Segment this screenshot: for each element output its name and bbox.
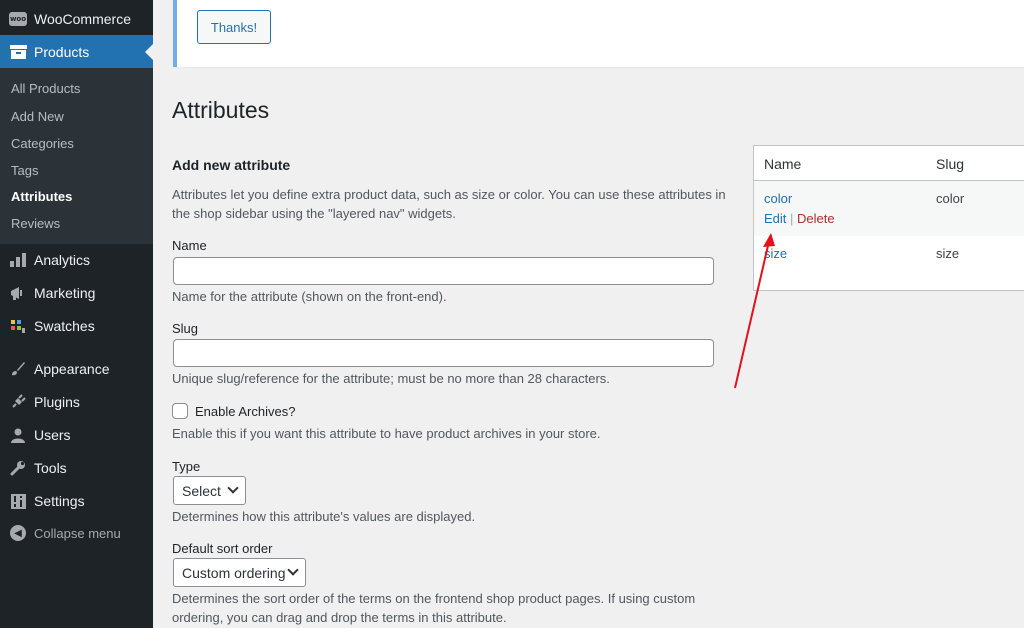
- attribute-slug: color: [936, 191, 965, 206]
- attribute-name-link[interactable]: color: [764, 191, 792, 206]
- collapse-icon: ◀: [8, 523, 28, 543]
- column-header-slug[interactable]: Slug: [936, 156, 964, 172]
- type-label: Type: [172, 459, 201, 474]
- menu-plugins-label: Plugins: [34, 394, 80, 410]
- collapse-menu-label: Collapse menu: [34, 525, 121, 541]
- menu-products[interactable]: Products: [0, 35, 153, 69]
- type-select-value: Select: [182, 482, 221, 499]
- name-input[interactable]: [173, 257, 714, 285]
- megaphone-icon: [8, 283, 28, 303]
- table-row: size size: [754, 236, 1024, 291]
- column-header-name[interactable]: Name: [764, 156, 801, 172]
- archives-help: Enable this if you want this attribute t…: [172, 426, 601, 441]
- name-label: Name: [172, 238, 207, 253]
- admin-sidebar: woo WooCommerce Products All Products Ad…: [0, 0, 153, 628]
- paintbrush-icon: [8, 359, 28, 379]
- menu-plugins[interactable]: Plugins: [0, 385, 153, 419]
- wrench-icon: [8, 458, 28, 478]
- slug-help: Unique slug/reference for the attribute;…: [172, 371, 610, 386]
- name-help: Name for the attribute (shown on the fro…: [172, 289, 447, 304]
- enable-archives-checkbox[interactable]: [172, 403, 188, 419]
- menu-analytics[interactable]: Analytics: [0, 243, 153, 277]
- chevron-down-icon: [227, 482, 239, 494]
- submenu-tags[interactable]: Tags: [11, 163, 38, 178]
- products-submenu: All Products Add New Categories Tags Att…: [0, 68, 153, 244]
- settings-sliders-icon: [8, 491, 28, 511]
- collapse-menu[interactable]: ◀ Collapse menu: [0, 516, 153, 550]
- woocommerce-icon: woo: [8, 9, 28, 29]
- type-select[interactable]: Select: [173, 476, 246, 505]
- sort-select-value: Custom ordering: [182, 564, 286, 581]
- submenu-attributes[interactable]: Attributes: [11, 189, 72, 204]
- menu-tools-label: Tools: [34, 460, 67, 476]
- enable-archives-label[interactable]: Enable Archives?: [195, 404, 295, 419]
- page-title: Attributes: [172, 97, 270, 123]
- annotation-arrow: [734, 233, 775, 389]
- row-actions: Edit | Delete: [764, 211, 835, 226]
- plug-icon: [8, 392, 28, 412]
- submenu-add-new[interactable]: Add New: [11, 109, 64, 124]
- menu-marketing[interactable]: Marketing: [0, 276, 153, 310]
- menu-settings-label: Settings: [34, 493, 85, 509]
- slug-label: Slug: [172, 321, 199, 336]
- menu-swatches[interactable]: Swatches: [0, 309, 153, 343]
- admin-notice: Thanks!: [173, 0, 1024, 67]
- thanks-button[interactable]: Thanks!: [197, 10, 271, 44]
- bar-chart-icon: [8, 250, 28, 270]
- slug-input[interactable]: [173, 339, 714, 367]
- menu-settings[interactable]: Settings: [0, 484, 153, 518]
- user-icon: [8, 425, 28, 445]
- menu-users-label: Users: [34, 427, 71, 443]
- delete-link[interactable]: Delete: [797, 211, 835, 226]
- active-arrow: [145, 44, 153, 60]
- type-help: Determines how this attribute's values a…: [172, 509, 476, 524]
- menu-appearance-label: Appearance: [34, 361, 110, 377]
- edit-link[interactable]: Edit: [764, 211, 786, 226]
- sort-order-select[interactable]: Custom ordering: [173, 558, 306, 587]
- submenu-categories[interactable]: Categories: [11, 136, 74, 151]
- products-icon: [8, 42, 28, 62]
- submenu-reviews[interactable]: Reviews: [11, 216, 60, 231]
- submenu-all-products[interactable]: All Products: [11, 81, 80, 96]
- chevron-down-icon: [287, 564, 299, 576]
- menu-tools[interactable]: Tools: [0, 451, 153, 485]
- menu-woocommerce[interactable]: woo WooCommerce: [0, 2, 153, 36]
- form-heading: Add new attribute: [172, 157, 291, 173]
- row-actions-separator: |: [790, 211, 794, 226]
- attribute-slug: size: [936, 246, 960, 261]
- table-row: color Edit | Delete color: [754, 181, 1024, 236]
- sort-help: Determines the sort order of the terms o…: [172, 591, 696, 625]
- swatches-icon: [8, 316, 28, 336]
- form-intro: Attributes let you define extra product …: [172, 187, 726, 221]
- menu-users[interactable]: Users: [0, 418, 153, 452]
- sort-label: Default sort order: [172, 541, 273, 556]
- menu-products-label: Products: [34, 44, 90, 60]
- menu-analytics-label: Analytics: [34, 252, 91, 268]
- menu-appearance[interactable]: Appearance: [0, 352, 153, 386]
- menu-woocommerce-label: WooCommerce: [34, 11, 131, 27]
- menu-marketing-label: Marketing: [34, 285, 96, 301]
- attributes-table: Name Slug color Edit | Delete color size…: [753, 145, 1024, 291]
- menu-swatches-label: Swatches: [34, 318, 95, 334]
